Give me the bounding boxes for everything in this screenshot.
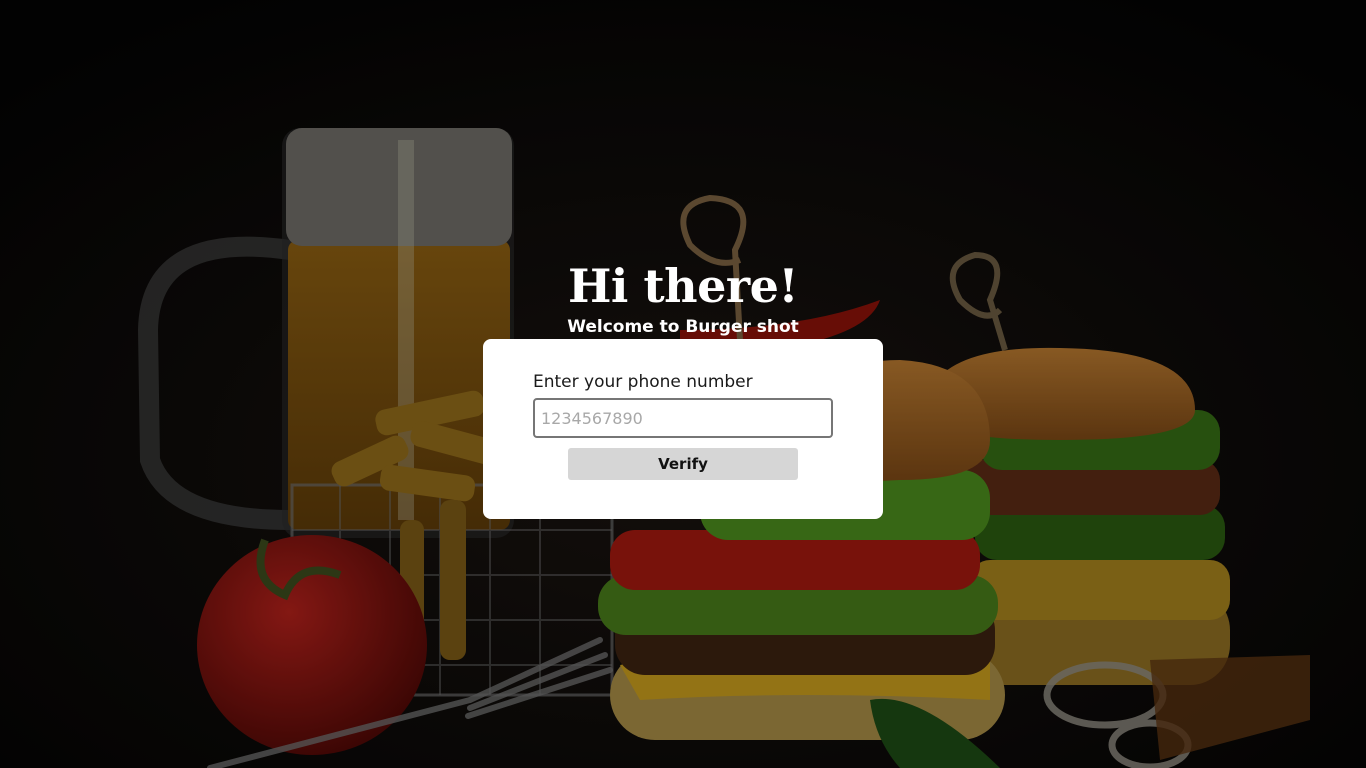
verify-button[interactable]: Verify bbox=[568, 448, 798, 480]
page-subtitle: Welcome to Burger shot bbox=[567, 317, 799, 337]
phone-label: Enter your phone number bbox=[533, 372, 753, 392]
phone-input[interactable] bbox=[533, 398, 833, 438]
phone-verification-card: Enter your phone number Verify bbox=[483, 339, 883, 519]
page-title: Hi there! bbox=[567, 259, 799, 313]
welcome-header: Hi there! Welcome to Burger shot bbox=[0, 256, 1366, 338]
